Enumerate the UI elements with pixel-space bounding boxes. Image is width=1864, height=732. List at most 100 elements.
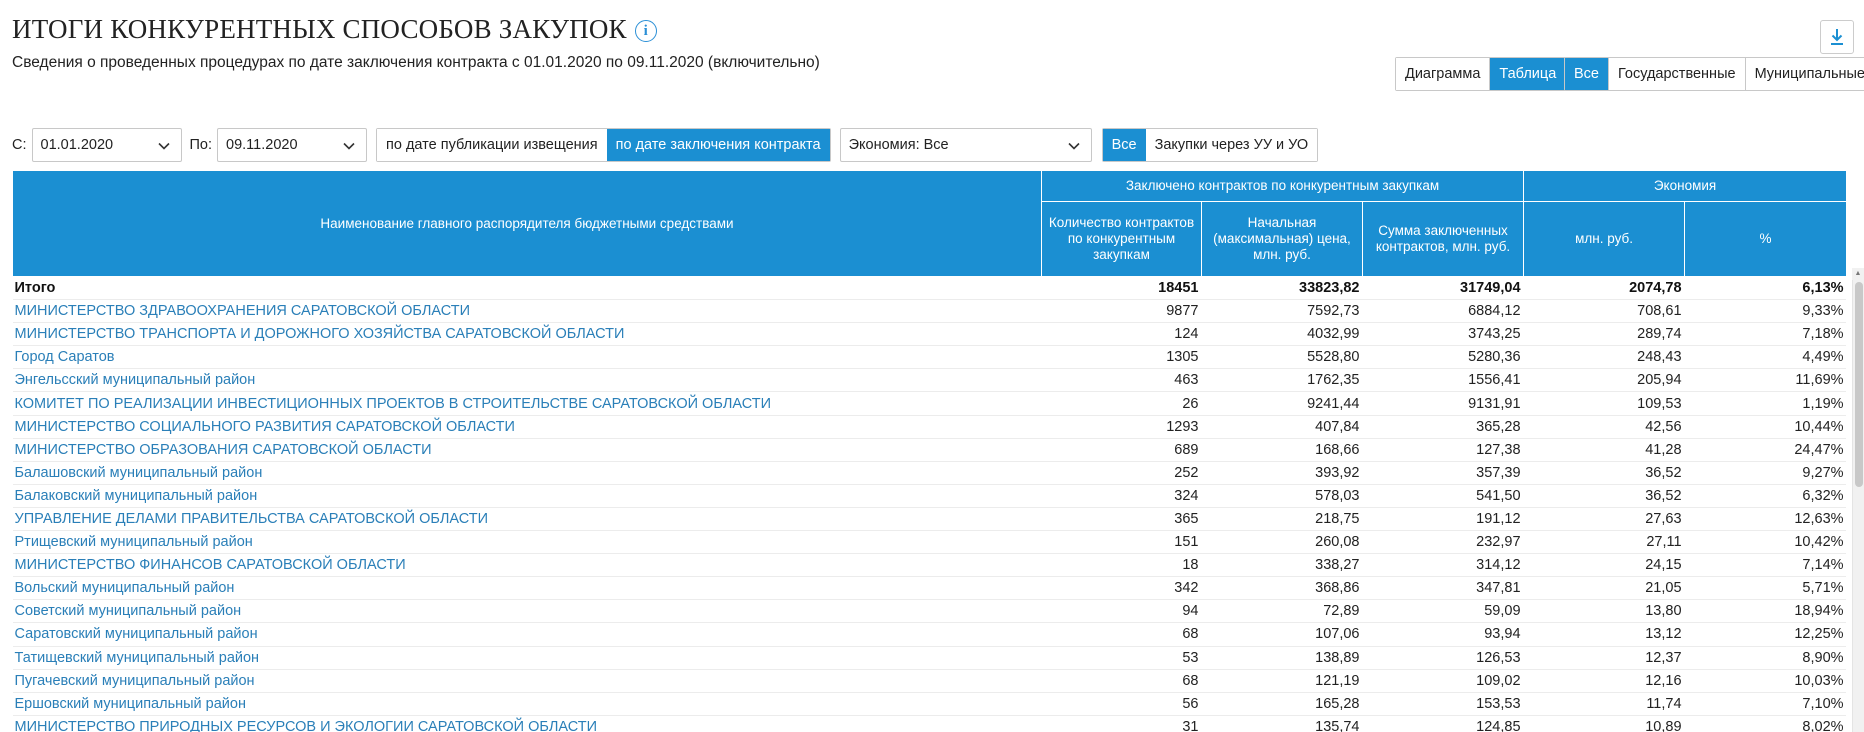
row-sum: 314,12 [1362,553,1524,578]
row-name-cell: Балаковский муниципальный район [12,484,1042,508]
row-name-cell: Вольский муниципальный район [12,576,1042,601]
customer-link[interactable]: УПРАВЛЕНИЕ ДЕЛАМИ ПРАВИТЕЛЬСТВА САРАТОВС… [15,511,489,527]
header-initial-price: Начальная (максимальная) цена, млн. руб. [1201,201,1363,277]
chevron-down-icon [343,142,355,150]
row-count: 463 [1041,368,1202,393]
chevron-down-icon [157,142,170,150]
economy-select[interactable]: Экономия: Все [839,128,1092,162]
row-count: 18 [1041,553,1202,578]
row-count: 31 [1041,715,1202,732]
date-from-value: 01.01.2020 [40,137,114,153]
row-initial: 138,89 [1201,646,1363,670]
total-row: Итого 18451 33823,82 31749,04 2074,78 6,… [12,276,1846,301]
customer-link[interactable]: Советский муниципальный район [15,603,242,619]
info-icon[interactable]: i [634,20,657,42]
scroll-up-arrow[interactable]: ▲ [1852,268,1864,280]
total-label: Итого [12,276,1042,301]
customer-link[interactable]: Ершовский муниципальный район [15,696,246,712]
row-initial: 393,92 [1201,461,1363,485]
customer-link[interactable]: КОМИТЕТ ПО РЕАЛИЗАЦИИ ИНВЕСТИЦИОННЫХ ПРО… [15,396,772,412]
row-name-cell: МИНИСТЕРСТВО ФИНАНСОВ САРАТОВСКОЙ ОБЛАСТ… [12,553,1042,578]
row-sum: 9131,91 [1362,391,1524,416]
row-economy-pct: 10,42% [1684,530,1846,555]
row-economy: 21,05 [1523,576,1685,601]
download-button[interactable] [1820,20,1854,54]
row-economy-pct: 10,03% [1684,669,1846,693]
by-publication-button[interactable]: по дате публикации извещения [377,129,607,161]
row-initial: 165,28 [1201,692,1363,716]
row-count: 56 [1041,692,1202,716]
row-count: 68 [1041,669,1202,693]
by-contract-button[interactable]: по дате заключения контракта [606,129,830,161]
row-economy-pct: 9,27% [1684,461,1846,485]
customer-link[interactable]: Город Саратов [15,349,115,365]
customer-link[interactable]: МИНИСТЕРСТВО СОЦИАЛЬНОГО РАЗВИТИЯ САРАТО… [15,419,515,435]
row-sum: 126,53 [1362,646,1524,670]
procurement-type-toggle: Все Закупки через УУ и УО [1101,128,1319,162]
customer-link[interactable]: Вольский муниципальный район [15,580,235,596]
row-sum: 6884,12 [1362,299,1524,324]
customer-link[interactable]: МИНИСТЕРСТВО ОБРАЗОВАНИЯ САРАТОВСКОЙ ОБЛ… [15,442,432,458]
customer-link[interactable]: Ртищевский муниципальный район [15,534,253,550]
date-from-select[interactable]: 01.01.2020 [31,128,182,162]
customer-link[interactable]: Саратовский муниципальный район [15,626,258,642]
row-initial: 107,06 [1201,622,1363,647]
customer-link[interactable]: Энгельсский муниципальный район [15,372,256,388]
owner-all-button[interactable]: Все [1565,58,1608,90]
table-row: Энгельсский муниципальный район 463 1762,3… [12,368,1846,393]
row-initial: 407,84 [1201,415,1363,439]
customer-link[interactable]: МИНИСТЕРСТВО ФИНАНСОВ САРАТОВСКОЙ ОБЛАСТ… [15,557,406,573]
row-economy-pct: 5,71% [1684,576,1846,601]
row-count: 94 [1041,599,1202,624]
row-economy-pct: 6,32% [1684,484,1846,508]
customer-link[interactable]: МИНИСТЕРСТВО ЗДРАВООХРАНЕНИЯ САРАТОВСКОЙ… [15,303,471,319]
row-economy-pct: 8,02% [1684,715,1846,732]
row-name-cell: Саратовский муниципальный район [12,622,1042,647]
row-sum: 59,09 [1362,599,1524,624]
row-name-cell: МИНИСТЕРСТВО ОБРАЗОВАНИЯ САРАТОВСКОЙ ОБЛ… [12,438,1042,462]
diagram-view-button[interactable]: Диаграмма [1396,58,1490,90]
customer-link[interactable]: Балаковский муниципальный район [15,488,258,504]
row-name-cell: УПРАВЛЕНИЕ ДЕЛАМИ ПРАВИТЕЛЬСТВА САРАТОВС… [12,507,1042,532]
view-toggle: Диаграмма Таблица [1395,57,1567,91]
table-row: КОМИТЕТ ПО РЕАЛИЗАЦИИ ИНВЕСТИЦИОННЫХ ПРО… [12,391,1846,416]
row-economy-pct: 8,90% [1684,646,1846,670]
row-economy: 27,63 [1523,507,1685,532]
owner-municipal-button[interactable]: Муниципальные [1744,58,1864,90]
row-count: 26 [1041,391,1202,416]
row-economy: 248,43 [1523,345,1685,370]
row-sum: 1556,41 [1362,368,1524,393]
procurement-via-button[interactable]: Закупки через УУ и УО [1145,129,1318,161]
row-sum: 5280,36 [1362,345,1524,370]
row-economy: 36,52 [1523,484,1685,508]
row-count: 68 [1041,622,1202,647]
vertical-scrollbar[interactable] [1852,280,1864,732]
row-economy: 42,56 [1523,415,1685,439]
customer-link[interactable]: МИНИСТЕРСТВО ТРАНСПОРТА И ДОРОЖНОГО ХОЗЯ… [15,326,625,342]
row-name-cell: МИНИСТЕРСТВО СОЦИАЛЬНОГО РАЗВИТИЯ САРАТО… [12,415,1042,439]
customer-link[interactable]: МИНИСТЕРСТВО ПРИРОДНЫХ РЕСУРСОВ И ЭКОЛОГ… [15,719,598,732]
owner-state-button[interactable]: Государственные [1608,58,1745,90]
header-contract-sum: Сумма заключенных контрактов, млн. руб. [1361,201,1525,277]
row-initial: 135,74 [1201,715,1363,732]
customer-link[interactable]: Татищевский муниципальный район [15,650,260,666]
page-title: ИТОГИ КОНКУРЕНТНЫХ СПОСОБОВ ЗАКУПОК [12,14,627,44]
row-economy-pct: 7,14% [1684,553,1846,578]
economy-select-value: Экономия: Все [848,137,949,153]
table-view-button[interactable]: Таблица [1489,58,1566,90]
header-economy-mln: млн. руб. [1523,201,1686,277]
row-economy: 11,74 [1523,692,1685,716]
row-count: 365 [1041,507,1202,532]
row-name-cell: Ершовский муниципальный район [12,692,1042,716]
date-to-select[interactable]: 09.11.2020 [217,128,368,162]
row-economy: 12,16 [1523,669,1685,693]
procurement-all-button[interactable]: Все [1102,129,1146,161]
row-sum: 365,28 [1362,415,1524,439]
scrollbar-thumb[interactable] [1855,282,1863,487]
row-initial: 368,86 [1201,576,1363,601]
customer-link[interactable]: Балашовский муниципальный район [15,465,263,481]
table-row: Ершовский муниципальный район 56 165,28 153… [12,692,1846,716]
chevron-down-icon [1068,142,1080,150]
customer-link[interactable]: Пугачевский муниципальный район [15,673,255,689]
table-row: Советский муниципальный район 94 72,89 59,0… [12,599,1846,624]
